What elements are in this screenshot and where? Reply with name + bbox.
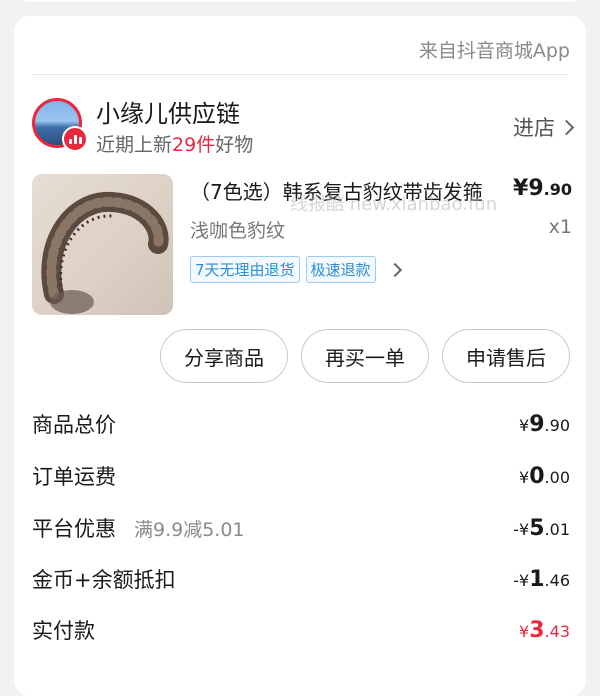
price-integer: 9	[528, 176, 544, 201]
divider	[32, 74, 568, 75]
product-price: ¥9.90	[513, 176, 572, 201]
discount-note: 满9.9减5.01	[134, 518, 245, 541]
summary-amount: -¥1.46	[513, 566, 570, 592]
product-quantity: x1	[548, 216, 572, 238]
store-sub-prefix: 近期上新	[96, 134, 173, 156]
chevron-right-icon	[558, 119, 575, 135]
summary-label: 商品总价	[32, 413, 116, 437]
action-buttons: 分享商品 再买一单 申请售后	[160, 329, 570, 383]
summary-amount: ¥0.00	[519, 463, 570, 489]
summary-row-coins-balance: 金币+余额抵扣 -¥1.46	[32, 559, 570, 599]
tag-fast-refund[interactable]: 极速退款	[305, 256, 376, 283]
summary-amount: ¥9.90	[519, 411, 570, 437]
enter-store-label: 进店	[513, 116, 555, 140]
summary-row-shipping: 订单运费 ¥0.00	[32, 456, 570, 496]
watermark: 线报酷 new.xianbao.fun	[290, 194, 498, 215]
summary-label: 平台优惠	[32, 517, 116, 541]
headband-image	[41, 191, 169, 314]
summary-row-paid: 实付款 ¥3.43	[32, 610, 570, 650]
source-label: 来自抖音商城App	[418, 40, 570, 62]
product-spec: 浅咖色豹纹	[190, 220, 286, 242]
summary-label: 金币+余额抵扣	[32, 568, 176, 592]
tag-seven-day-return[interactable]: 7天无理由退货	[190, 256, 300, 283]
enter-store-button[interactable]: 进店	[513, 112, 575, 142]
store-new-count: 29件	[172, 134, 216, 156]
price-decimal: .90	[543, 180, 572, 199]
product-item[interactable]: （7色选）韩系复古豹纹带齿发箍 线报酷 new.xianbao.fun ¥9.9…	[32, 174, 572, 319]
product-thumbnail[interactable]	[32, 174, 173, 315]
after-sale-button[interactable]: 申请售后	[442, 329, 570, 383]
share-product-button[interactable]: 分享商品	[160, 329, 288, 383]
store-subtitle: 近期上新29件好物	[96, 130, 253, 157]
rebuy-button[interactable]: 再买一单	[301, 329, 429, 383]
paid-amount: ¥3.43	[519, 617, 570, 643]
summary-amount: -¥5.01	[513, 515, 570, 541]
chevron-right-icon[interactable]	[387, 262, 402, 277]
summary-label: 订单运费	[32, 465, 116, 489]
summary-row-subtotal: 商品总价 ¥9.90	[32, 404, 570, 444]
previous-card-edge	[14, 0, 586, 2]
store-sub-suffix: 好物	[215, 134, 254, 156]
live-badge-icon	[62, 126, 88, 152]
summary-row-platform-discount: 平台优惠 满9.9减5.01 -¥5.01	[32, 508, 570, 548]
store-name[interactable]: 小缘儿供应链	[96, 94, 240, 129]
price-currency: ¥	[513, 176, 529, 201]
store-row[interactable]: 小缘儿供应链 近期上新29件好物 进店	[32, 98, 575, 158]
summary-label: 实付款	[32, 619, 95, 643]
order-card: 来自抖音商城App 小缘儿供应链 近期上新29件好物 进店 （7色选）韩系复古豹…	[14, 16, 586, 696]
service-tags[interactable]: 7天无理由退货 极速退款	[190, 256, 402, 283]
